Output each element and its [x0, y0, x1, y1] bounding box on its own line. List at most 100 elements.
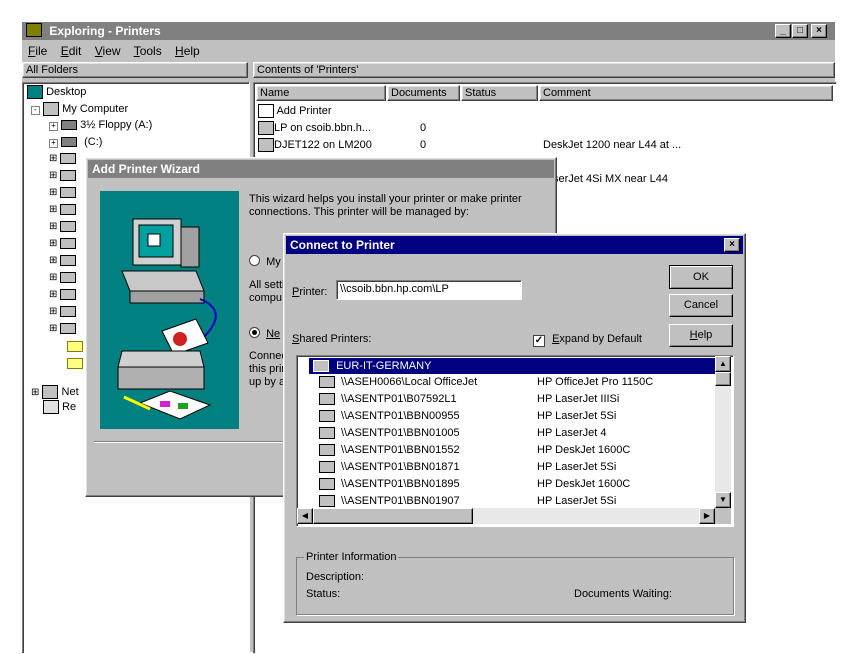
expand-icon[interactable]: ⊞	[49, 272, 77, 283]
column-status[interactable]: Status	[461, 85, 538, 101]
computer-printer-illustration	[117, 218, 217, 420]
menu-view[interactable]: View	[95, 44, 121, 58]
printer-icon	[319, 393, 335, 405]
menu-bar: File Edit View Tools Help	[22, 42, 200, 60]
expand-icon[interactable]: ⊞	[49, 289, 77, 300]
printer-icon	[319, 427, 335, 439]
expand-icon[interactable]: ⊞	[49, 204, 77, 215]
expand-icon[interactable]: ⊞	[49, 238, 77, 249]
menu-file[interactable]: File	[28, 44, 47, 58]
printer-input[interactable]: \\csoib.bbn.hp.com\LP	[336, 280, 522, 300]
connect-title: Connect to Printer	[290, 238, 395, 252]
add-printer-icon	[258, 104, 274, 119]
network-drive-icon	[60, 289, 77, 300]
wizard-text-3c: up by a	[249, 376, 286, 388]
close-button[interactable]: ×	[811, 24, 827, 38]
network-drive-icon	[60, 170, 77, 181]
ok-button[interactable]: OK	[669, 265, 733, 289]
column-comment[interactable]: Comment	[539, 85, 833, 101]
shared-printers-list[interactable]: EUR-IT-GERMANY \\ASEH0066\Local OfficeJe…	[296, 355, 734, 527]
tree-item-my-computer[interactable]: - My Computer	[31, 102, 128, 116]
scroll-thumb[interactable]	[313, 508, 473, 524]
printer-path: \\ASENTP01\BBN01552	[341, 444, 460, 456]
collapse-icon[interactable]: -	[31, 105, 40, 115]
expand-icon[interactable]: ⊞	[49, 323, 77, 334]
file-docs: 0	[420, 139, 427, 151]
expand-icon[interactable]: ⊞	[49, 187, 77, 198]
printer-icon	[319, 478, 335, 490]
scroll-up-button[interactable]: ▲	[715, 356, 731, 372]
network-drive-icon	[60, 255, 77, 266]
tree-network-stack: ⊞ ⊞ ⊞ ⊞ ⊞ ⊞ ⊞ ⊞ ⊞ ⊞ ⊞	[49, 153, 89, 369]
close-button[interactable]: ×	[724, 238, 740, 252]
connect-titlebar[interactable]: Connect to Printer	[286, 236, 743, 254]
checkbox-checked-icon: ✓	[533, 335, 545, 347]
help-button[interactable]: Help	[669, 324, 733, 347]
list-item-group[interactable]: EUR-IT-GERMANY	[309, 358, 715, 374]
expand-icon[interactable]: +	[49, 122, 58, 131]
network-drive-icon	[60, 221, 77, 232]
printer-label: Printer:	[292, 286, 328, 298]
shared-printers-label: Shared Printers:	[292, 333, 372, 345]
explorer-titlebar[interactable]: Exploring - Printers	[22, 22, 835, 40]
column-name[interactable]: Name	[256, 85, 386, 101]
printer-icon	[319, 495, 335, 507]
expand-icon[interactable]: ⊞	[49, 221, 77, 232]
scroll-thumb[interactable]	[715, 372, 731, 386]
expand-icon[interactable]: ⊞	[49, 255, 77, 266]
printer-list-item[interactable]: \\ASENTP01\BBN01005 HP LaserJet 4	[297, 425, 715, 442]
file-row[interactable]: LP on csoib.bbn.h...	[258, 120, 371, 137]
printer-icon	[319, 376, 335, 388]
menu-tools[interactable]: Tools	[134, 44, 162, 58]
expand-icon[interactable]: ⊞	[49, 153, 77, 164]
printer-list-item[interactable]: \\ASEH0066\Local OfficeJet HP OfficeJet P…	[297, 374, 715, 391]
recycle-icon	[43, 400, 59, 414]
expand-icon[interactable]: ⊞	[49, 306, 77, 317]
column-documents[interactable]: Documents	[387, 85, 460, 101]
network-drive-icon	[60, 306, 77, 317]
tree-item-desktop[interactable]: Desktop	[27, 85, 86, 99]
network-icon	[42, 385, 59, 399]
printer-path: \\ASENTP01\B07592L1	[341, 393, 457, 405]
radio-icon	[249, 255, 260, 266]
expand-icon[interactable]: +	[49, 139, 58, 148]
expand-icon[interactable]: ⊞	[31, 387, 39, 398]
menu-help[interactable]: Help	[175, 44, 200, 58]
printer-list-item[interactable]: \\ASENTP01\BBN00955 HP LaserJet 5Si	[297, 408, 715, 425]
minimize-button[interactable]: _	[775, 24, 791, 38]
tree-item-c-drive[interactable]: + (C:)	[49, 136, 102, 148]
printer-model: HP DeskJet 1600C	[537, 444, 631, 456]
printer-list-item[interactable]: \\ASENTP01\BBN01895 HP DeskJet 1600C	[297, 476, 715, 493]
file-row[interactable]: Add Printer	[258, 103, 331, 120]
scroll-left-button[interactable]: ◀	[297, 508, 313, 524]
maximize-button[interactable]: □	[792, 24, 808, 38]
printer-model: HP LaserJet 4	[537, 427, 607, 439]
cancel-button[interactable]: Cancel	[669, 294, 733, 317]
scroll-down-button[interactable]: ▼	[715, 492, 731, 508]
expand-by-default-checkbox[interactable]: ✓ Expand by Default	[533, 333, 642, 347]
wizard-text-3a: Connec	[249, 350, 287, 362]
wizard-intro: This wizard helps you install your print…	[249, 193, 522, 218]
printer-list-item[interactable]: \\ASENTP01\BBN01552 HP DeskJet 1600C	[297, 442, 715, 459]
tree-item-floppy[interactable]: + 3½ Floppy (A:)	[49, 119, 152, 131]
scroll-right-button[interactable]: ▶	[699, 508, 715, 524]
vertical-scrollbar[interactable]: ▲ ▼	[715, 356, 731, 508]
printer-list-item[interactable]: \\ASENTP01\BBN01871 HP LaserJet 5Si	[297, 459, 715, 476]
tree-item-network[interactable]: ⊞ Net	[31, 385, 79, 399]
network-drive-icon	[60, 153, 77, 164]
radio-my-computer[interactable]: My	[249, 255, 281, 268]
radio-network[interactable]: Ne	[249, 327, 280, 340]
expand-icon[interactable]: ⊞	[49, 170, 77, 181]
printer-model: HP OfficeJet Pro 1150C	[537, 376, 654, 388]
printer-list-item[interactable]: \\ASENTP01\B07592L1 HP LaserJet IIISi	[297, 391, 715, 408]
desktop-icon	[27, 85, 43, 99]
menu-edit[interactable]: Edit	[61, 44, 82, 58]
file-row[interactable]: DJET122 on LM200	[258, 137, 372, 154]
printer-model: HP LaserJet 5Si	[537, 461, 617, 473]
contents-header: Contents of 'Printers'	[253, 62, 835, 78]
tree-item-recycle[interactable]: Re	[43, 400, 76, 414]
explorer-icon	[26, 23, 42, 37]
horizontal-scrollbar[interactable]: ◀ ▶	[297, 508, 715, 524]
folder-icon	[67, 357, 83, 369]
wizard-titlebar[interactable]: Add Printer Wizard	[88, 160, 554, 178]
